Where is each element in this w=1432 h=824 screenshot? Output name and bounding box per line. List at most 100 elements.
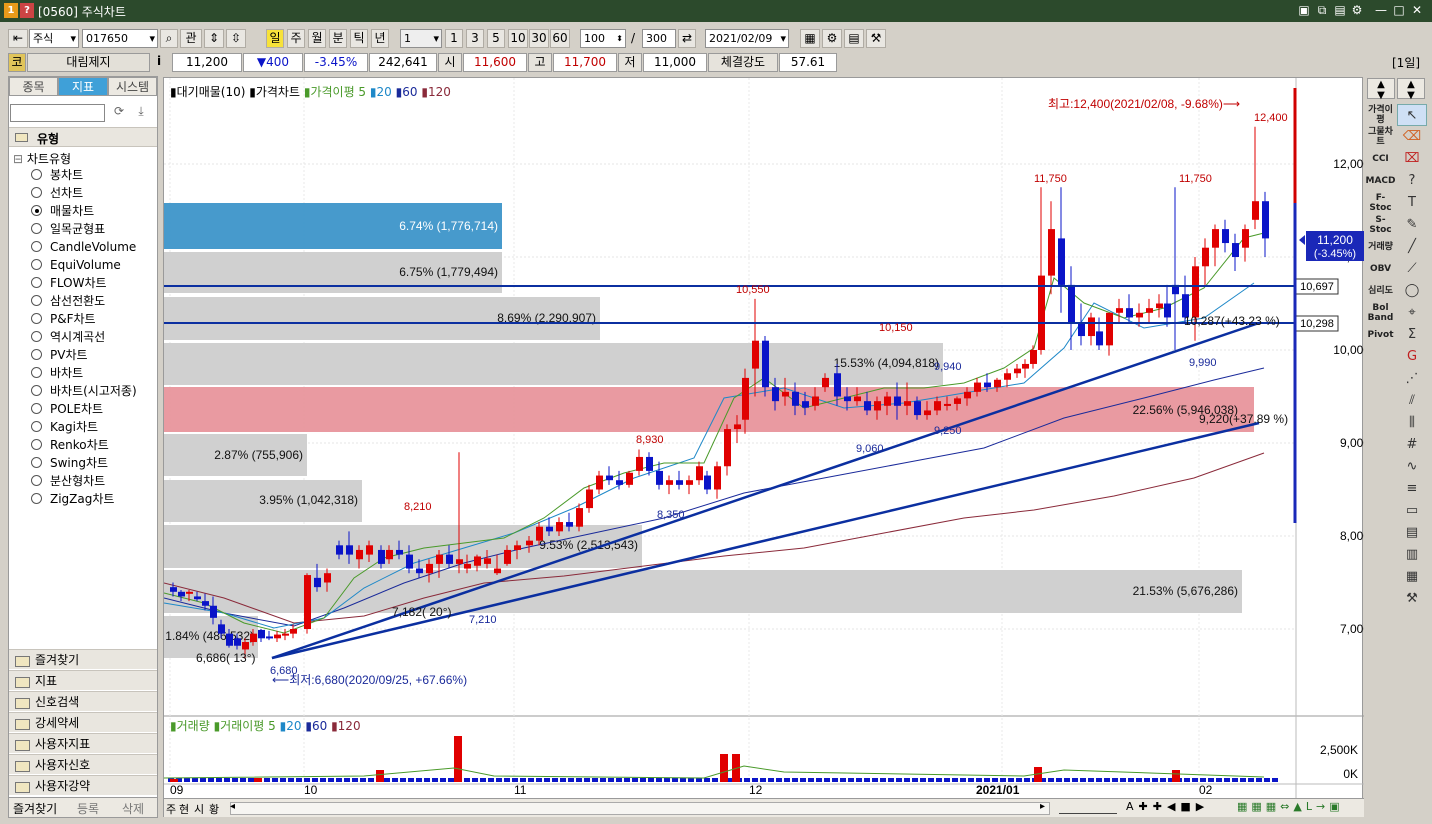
folder-item[interactable]: 신호검색 <box>9 691 157 711</box>
radio-icon[interactable] <box>31 187 42 198</box>
tab-favorites[interactable]: 즐겨찾기 <box>13 800 57 817</box>
scroll-left-icon[interactable]: ◂ <box>230 801 235 812</box>
updown-icon[interactable]: ⇳ <box>226 29 246 48</box>
stat-tool-icon[interactable]: ▥ <box>1397 544 1427 566</box>
period-year[interactable]: 년 <box>371 29 389 48</box>
circle-tool-icon[interactable]: ◯ <box>1397 280 1427 302</box>
radio-icon[interactable] <box>31 403 42 414</box>
download-icon[interactable]: ⤓ <box>132 104 150 122</box>
indicator-shortcut[interactable]: 가격이평 <box>1366 104 1395 126</box>
chart-type-option[interactable]: 삼선전환도 <box>31 293 105 310</box>
link-icon[interactable]: ▣ <box>1297 3 1311 18</box>
radio-icon[interactable] <box>31 331 42 342</box>
wave-tool-icon[interactable]: ∿ <box>1397 456 1427 478</box>
type-section-header[interactable]: 유형 <box>9 127 157 147</box>
radio-icon[interactable] <box>31 439 42 450</box>
quick-10[interactable]: 10 <box>508 29 528 48</box>
close-icon[interactable]: ✕ <box>1410 3 1424 18</box>
chart-type-option[interactable]: P&F차트 <box>31 311 96 328</box>
quick-60[interactable]: 60 <box>550 29 570 48</box>
chart-type-option[interactable]: PV차트 <box>31 347 88 364</box>
pencil-tool-icon[interactable]: ✎ <box>1397 214 1427 236</box>
chart-type-option[interactable]: Swing차트 <box>31 455 108 472</box>
indicator-shortcut[interactable]: 심리도 <box>1366 280 1395 302</box>
help-badge[interactable]: ? <box>20 3 34 18</box>
period-day[interactable]: 일 <box>266 29 284 48</box>
folder-item[interactable]: 즐겨찾기 <box>9 649 157 669</box>
fan-tool-icon[interactable]: ⋰ <box>1397 368 1427 390</box>
folder-item[interactable]: 지표 <box>9 670 157 690</box>
window-tool-icon[interactable]: ▭ <box>1397 500 1427 522</box>
radio-icon[interactable] <box>31 295 42 306</box>
scroll-right-icon[interactable]: ▸ <box>1040 801 1045 812</box>
indicator-shortcut[interactable]: MACD <box>1366 170 1396 192</box>
quick-5[interactable]: 5 <box>487 29 505 48</box>
period-month[interactable]: 월 <box>308 29 326 48</box>
count-select[interactable]: 1 ▾ <box>400 29 442 48</box>
chart-type-option[interactable]: 바차트(시고저종) <box>31 383 137 400</box>
tab-current[interactable]: 현 <box>179 801 189 817</box>
chart-nav-icons[interactable]: A✚✚◀■▶ <box>1126 800 1209 813</box>
info-icon[interactable]: i <box>157 54 161 68</box>
right-scroll-up-icon[interactable]: ▲ ▼ <box>1367 78 1395 101</box>
tools-icon[interactable]: ⚒ <box>866 29 886 48</box>
line-tool-icon[interactable]: ╱ <box>1397 236 1427 258</box>
date-select[interactable]: 2021/02/09 ▾ <box>705 29 789 48</box>
chart-type-option[interactable]: CandleVolume <box>31 239 136 256</box>
print-icon[interactable]: ▤ <box>1333 3 1347 18</box>
tab-status[interactable]: 황 <box>209 801 219 817</box>
chart-type-option[interactable]: 일목균형표 <box>31 221 105 238</box>
indicator-shortcut[interactable]: OBV <box>1366 258 1395 280</box>
chart-area[interactable]: 12,00011,00010,0009,0008,0007,0000910111… <box>163 77 1364 818</box>
chart-type-option[interactable]: 분산형차트 <box>31 473 105 490</box>
folder-item[interactable]: 강세약세 <box>9 712 157 732</box>
zoom-stepper[interactable]: 100 ⬍ <box>580 29 626 48</box>
radio-icon[interactable] <box>31 493 42 504</box>
radio-icon[interactable] <box>31 223 42 234</box>
radio-icon[interactable] <box>31 259 42 270</box>
calc-tool-icon[interactable]: ▦ <box>1397 566 1427 588</box>
total-input[interactable]: 300 <box>642 29 676 48</box>
period-week[interactable]: 주 <box>287 29 305 48</box>
quick-30[interactable]: 30 <box>529 29 549 48</box>
radio-icon[interactable] <box>31 421 42 432</box>
cursor-tool-icon[interactable]: ↖ <box>1397 104 1427 126</box>
delete-button[interactable]: 삭제 <box>122 800 144 817</box>
help-tool-icon[interactable]: ? <box>1397 170 1427 192</box>
horizontal-scrollbar[interactable] <box>230 802 1050 815</box>
indicator-shortcut[interactable]: 거래량 <box>1366 236 1395 258</box>
tab-stock[interactable]: 종목 <box>9 77 58 96</box>
tab-system[interactable]: 시스템 <box>108 77 157 96</box>
config-icon[interactable]: ⚙ <box>822 29 842 48</box>
eraser-tool-icon[interactable]: ⌫ <box>1397 126 1427 148</box>
indicator-shortcut[interactable]: S-Stoc <box>1366 214 1395 236</box>
radio-icon[interactable] <box>31 475 42 486</box>
auto-trend-icon[interactable]: ≡ <box>1397 478 1427 500</box>
market-select[interactable]: 주식 ▾ <box>29 29 79 48</box>
cycle-tool-icon[interactable]: ⫼ <box>1397 412 1427 434</box>
tools-scroll-icon[interactable]: ▲ ▼ <box>1397 78 1425 101</box>
radio-icon[interactable] <box>31 457 42 468</box>
grid-tool-icon[interactable]: # <box>1397 434 1427 456</box>
gear-icon[interactable]: ⚙ <box>1350 3 1364 18</box>
indicator-shortcut[interactable]: F-Stoc <box>1366 192 1395 214</box>
radio-icon[interactable] <box>31 385 42 396</box>
price-chart-svg[interactable]: 12,00011,00010,0009,0008,0007,0000910111… <box>164 78 1364 818</box>
doc-tool-icon[interactable]: ▤ <box>1397 522 1427 544</box>
refresh-icon[interactable]: ⟳ <box>110 104 128 122</box>
period-minute[interactable]: 분 <box>329 29 347 48</box>
chart-type-option[interactable]: Renko차트 <box>31 437 109 454</box>
apply-icon[interactable]: ⇄ <box>678 29 696 48</box>
radio-icon[interactable] <box>31 313 42 324</box>
folder-item[interactable]: 사용자강약 <box>9 775 157 795</box>
search-icon[interactable]: ⌕ <box>160 29 178 48</box>
radio-icon[interactable] <box>31 169 42 180</box>
chart-type-group[interactable]: ⊟ 차트유형 <box>13 150 71 167</box>
radio-icon[interactable] <box>31 205 42 216</box>
quick-3[interactable]: 3 <box>466 29 484 48</box>
radio-icon[interactable] <box>31 367 42 378</box>
chart-type-option[interactable]: 봉차트 <box>31 167 83 184</box>
chart-view-icons[interactable]: ▦▦▦⇔▲L→▣ <box>1237 800 1344 813</box>
radio-icon[interactable] <box>31 241 42 252</box>
fibo-tool-icon[interactable]: Σ <box>1397 324 1427 346</box>
